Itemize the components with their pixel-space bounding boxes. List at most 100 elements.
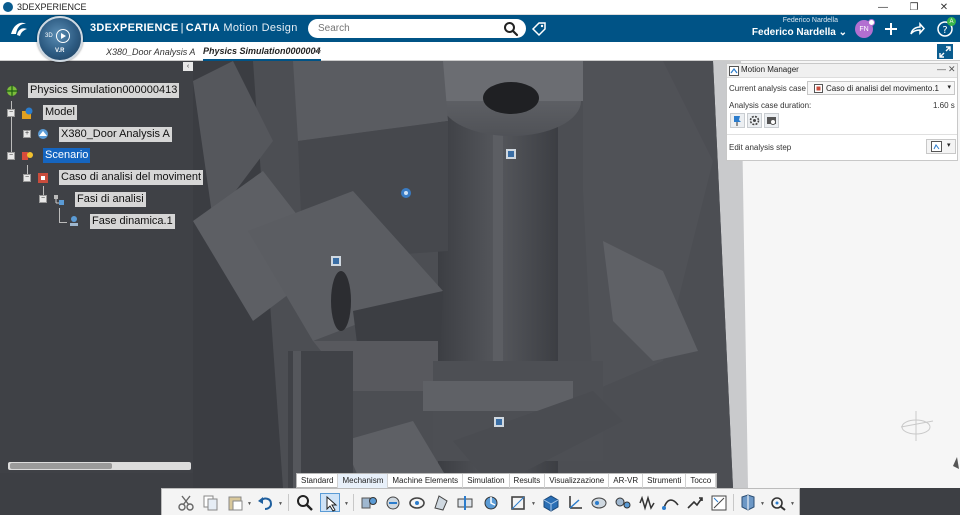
- tree-item-caso-di-analisi[interactable]: Caso di analisi del moviment: [59, 170, 204, 185]
- section-tab-machine-elements[interactable]: Machine Elements: [388, 474, 464, 488]
- section-tab-mechanism[interactable]: Mechanism: [338, 474, 389, 488]
- close-button[interactable]: ✕: [929, 0, 959, 15]
- tools-icon[interactable]: [768, 493, 788, 512]
- edit-analysis-step-label: Edit analysis step: [729, 143, 792, 152]
- chevron-down-icon[interactable]: ▼: [531, 501, 536, 507]
- tree-item-fasi-di-analisi[interactable]: Fasi di analisi: [75, 192, 146, 207]
- scenario-icon: [22, 152, 33, 160]
- mechanism-icon[interactable]: [359, 493, 379, 512]
- search-icon[interactable]: [503, 21, 519, 37]
- share-icon[interactable]: [908, 20, 926, 38]
- section-view-icon[interactable]: [738, 493, 758, 512]
- motor-icon[interactable]: [481, 493, 501, 512]
- record-button[interactable]: [764, 113, 779, 128]
- cylindrical-joint-icon[interactable]: [431, 493, 451, 512]
- compass[interactable]: 3D V.R: [37, 16, 83, 62]
- cam-icon[interactable]: [589, 493, 609, 512]
- chevron-down-icon[interactable]: ▼: [790, 501, 795, 507]
- panel-close-button[interactable]: ✕: [948, 64, 956, 75]
- joint-icon[interactable]: [383, 493, 403, 512]
- svg-text:?: ?: [942, 25, 947, 36]
- sensor-icon[interactable]: [709, 493, 729, 512]
- maximize-button[interactable]: ❐: [899, 0, 929, 15]
- toolbar-separator: [733, 494, 734, 511]
- section-tab-tocco[interactable]: Tocco: [686, 474, 717, 488]
- tree-connector: [59, 208, 60, 222]
- brand-separator: |: [180, 22, 184, 34]
- undo-icon[interactable]: [256, 493, 276, 512]
- tree-item-fase-dinamica[interactable]: Fase dinamica.1: [90, 214, 175, 229]
- gear-pair-icon[interactable]: [613, 493, 633, 512]
- prismatic-joint-icon[interactable]: [455, 493, 475, 512]
- expand-icon[interactable]: [937, 44, 953, 59]
- chevron-down-icon[interactable]: ▼: [247, 501, 252, 507]
- tag-icon[interactable]: [531, 21, 547, 37]
- tab-x380-door-analysis[interactable]: X380_Door Analysis A: [106, 42, 195, 61]
- section-tab-visualizzazione[interactable]: Visualizzazione: [545, 474, 610, 488]
- window-title: 3DEXPERIENCE: [17, 2, 87, 12]
- paste-icon[interactable]: [225, 493, 245, 512]
- user-menu[interactable]: Federico Nardella ⌄: [752, 27, 847, 38]
- select-icon[interactable]: [320, 493, 340, 512]
- duration-value: 1.60 s: [933, 101, 955, 110]
- ds-logo-icon[interactable]: [8, 19, 30, 43]
- help-icon[interactable]: ? A: [936, 17, 956, 38]
- user-name-small: Federico Nardella: [782, 17, 838, 24]
- frame-icon[interactable]: [508, 493, 528, 512]
- axis-system-icon[interactable]: [565, 493, 585, 512]
- minimize-button[interactable]: —: [868, 0, 898, 15]
- spring-icon[interactable]: [637, 493, 657, 512]
- tab-physics-simulation[interactable]: Physics Simulation0000004: [203, 42, 321, 61]
- avatar-status-icon: [868, 19, 875, 26]
- zoom-icon[interactable]: [295, 493, 315, 512]
- new-analysis-case-button[interactable]: [730, 113, 745, 128]
- add-tab-button[interactable]: +: [315, 45, 321, 57]
- section-tab-standard[interactable]: Standard: [297, 474, 339, 488]
- collapse-panel-button[interactable]: ‹: [183, 62, 193, 71]
- chevron-down-icon[interactable]: ▼: [278, 501, 283, 507]
- scrollbar-thumb[interactable]: [10, 463, 112, 469]
- current-analysis-case-select[interactable]: Caso di analisi del movimento.1 ▾: [807, 81, 955, 95]
- section-tab-ar-vr[interactable]: AR-VR: [609, 474, 644, 488]
- copy-icon[interactable]: [200, 493, 220, 512]
- tree-item-scenario[interactable]: Scenario: [43, 148, 91, 163]
- tree-toggle[interactable]: −: [23, 174, 31, 182]
- tree-item-model[interactable]: Model: [43, 105, 77, 120]
- motion-manager-icon: [729, 66, 739, 76]
- marker-icon: [494, 417, 504, 427]
- section-tab-results[interactable]: Results: [510, 474, 546, 488]
- rigid-body-icon[interactable]: [541, 493, 561, 512]
- settings-button[interactable]: [747, 113, 762, 128]
- pin-icon: [734, 116, 741, 126]
- panel-minimize-button[interactable]: —: [937, 64, 946, 74]
- chevron-down-icon[interactable]: ▼: [760, 501, 765, 507]
- tree-label: X380_Door Analysis A: [59, 127, 172, 142]
- tree-horizontal-scrollbar[interactable]: [8, 462, 191, 470]
- search-input[interactable]: [308, 19, 526, 38]
- section-tab-strumenti[interactable]: Strumenti: [643, 474, 687, 488]
- current-analysis-case-value: Caso di analisi del movimento.1: [826, 83, 939, 93]
- marker-icon: [331, 256, 341, 266]
- document-tab-strip: X380_Door Analysis A Physics Simulation0…: [0, 42, 960, 61]
- cut-icon[interactable]: [176, 493, 196, 512]
- tree-toggle[interactable]: −: [39, 195, 47, 203]
- tree-toggle[interactable]: −: [7, 109, 15, 117]
- section-tab-simulation[interactable]: Simulation: [463, 474, 510, 488]
- edit-analysis-step-button[interactable]: ▾: [926, 139, 956, 154]
- contact-icon[interactable]: [685, 493, 705, 512]
- tree-item-physics-simulation[interactable]: Physics Simulation000000413: [28, 83, 180, 98]
- tree-label: Caso di analisi del moviment: [59, 170, 204, 185]
- plus-icon[interactable]: [882, 20, 900, 38]
- share-badge: A: [947, 17, 956, 26]
- tree-toggle[interactable]: −: [7, 152, 15, 160]
- tree-label: Physics Simulation000000413: [28, 83, 180, 98]
- tree-item-x380-door-analysis[interactable]: X380_Door Analysis A: [59, 127, 172, 142]
- chevron-down-icon[interactable]: ▼: [344, 501, 349, 507]
- cable-icon[interactable]: [661, 493, 681, 512]
- play-icon[interactable]: [56, 29, 70, 43]
- compass-3d-label: 3D: [45, 33, 53, 39]
- revolute-joint-icon[interactable]: [407, 493, 427, 512]
- brand-app-name: Motion Design: [223, 22, 298, 34]
- current-analysis-case-label: Current analysis case: [729, 84, 806, 93]
- tree-toggle[interactable]: +: [23, 130, 31, 138]
